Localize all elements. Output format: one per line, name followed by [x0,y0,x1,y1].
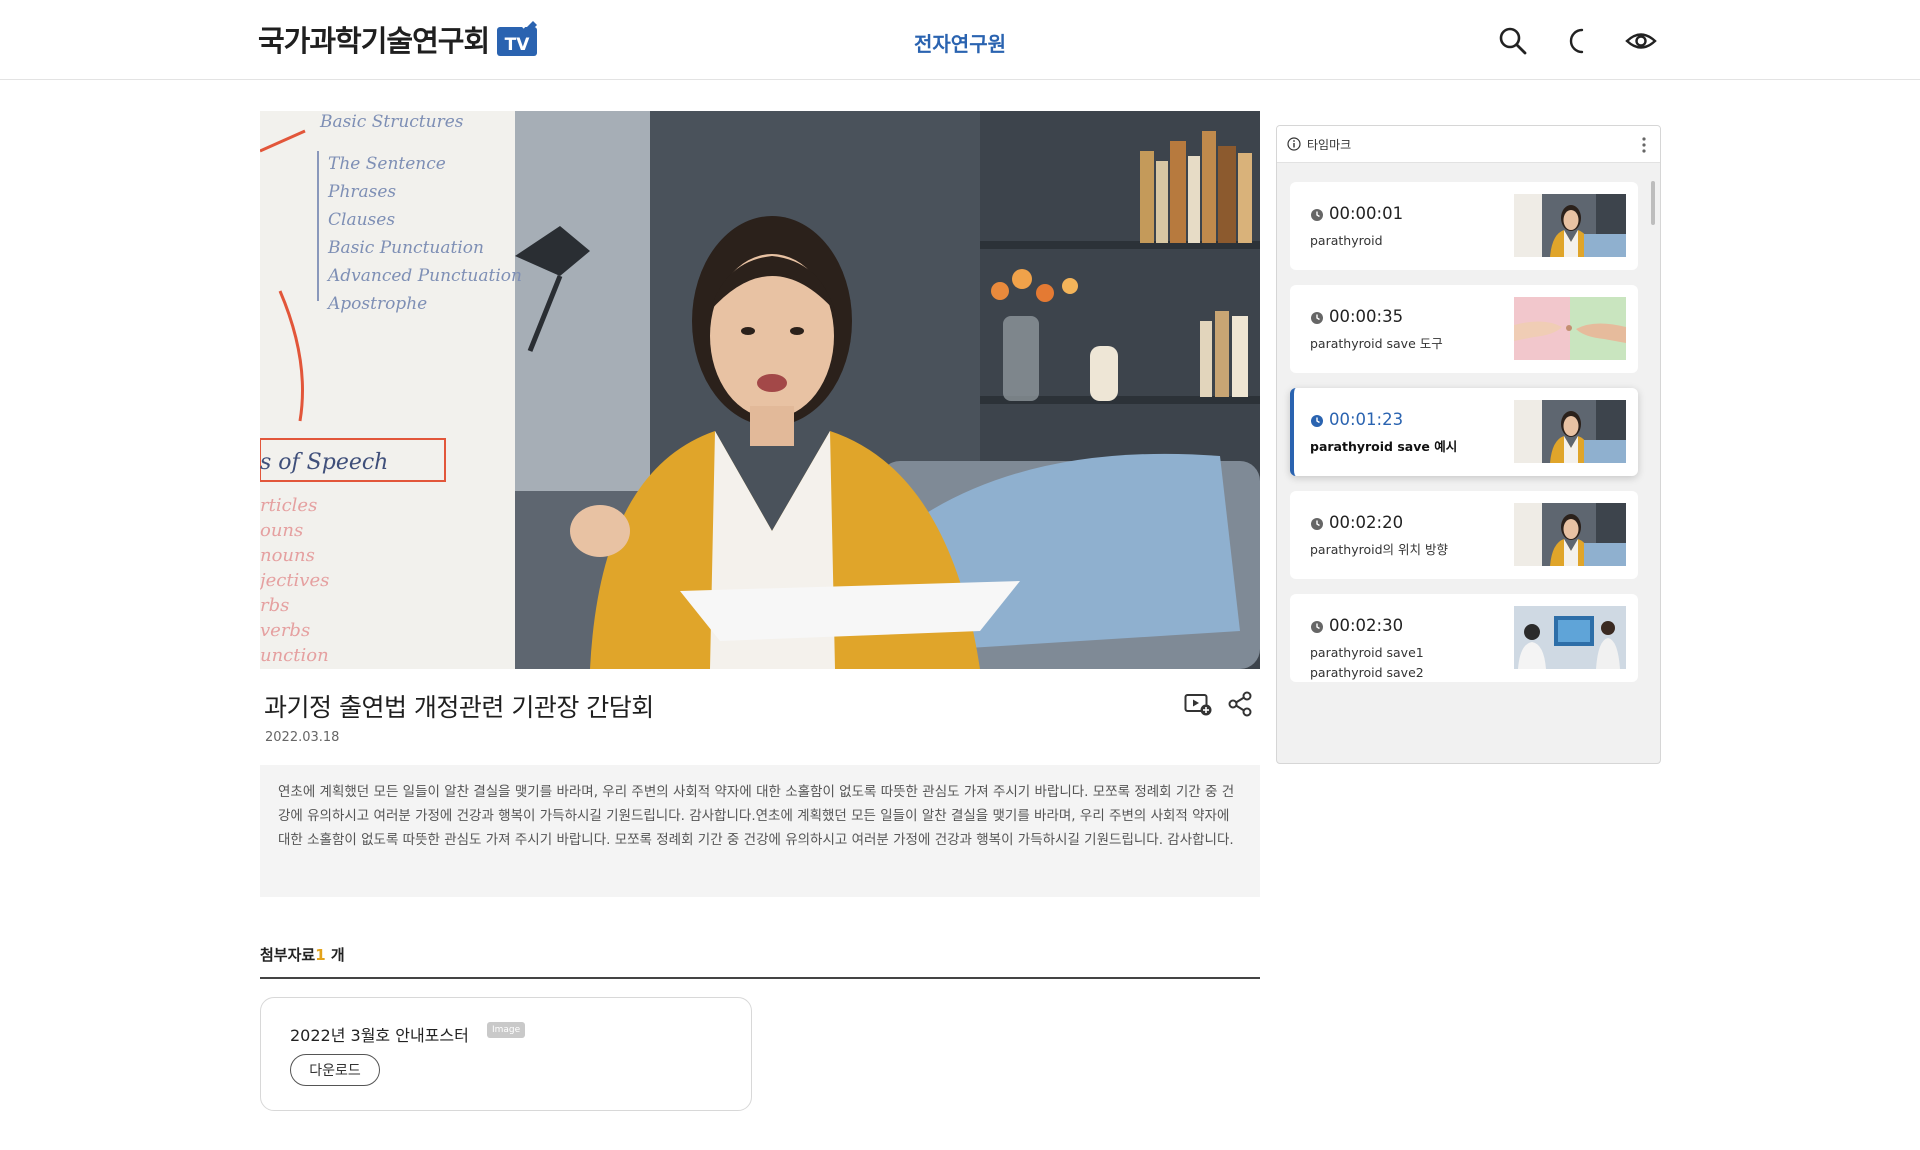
timemark-panel-header: 타임마크 [1277,126,1660,163]
download-button[interactable]: 다운로드 [290,1054,380,1086]
timemark-description-line: parathyroid의 위치 방향 [1310,542,1448,557]
svg-text:rbs: rbs [260,595,289,616]
video-frame-image: Basic Structures The Sentence Phrases Cl… [260,111,1260,669]
svg-text:Basic Punctuation: Basic Punctuation [327,238,484,258]
timemark-thumbnail [1514,194,1626,257]
logo-text: 국가과학기술연구회 [258,24,490,58]
attachment-name: 2022년 3월호 안내포스터 [290,1026,469,1045]
timemark-time-text: 00:00:35 [1329,307,1404,326]
timemark-description-line: parathyroid [1310,233,1383,248]
more-vertical-icon[interactable] [1642,136,1646,154]
timemark-time-text: 00:00:01 [1329,204,1404,223]
timemark-description-line: parathyroid save 도구 [1310,336,1443,351]
site-header: 국가과학기술연구회 TV 전자연구원 [0,0,1920,80]
timemark-time: 00:02:20 [1310,513,1403,532]
nav-institute-link[interactable]: 전자연구원 [914,28,1006,57]
timemark-description: parathyroid의 위치 방향 [1310,540,1510,560]
attachment-card: 2022년 3월호 안내포스터 Image 다운로드 [260,997,752,1111]
timemark-time: 00:01:23 [1310,410,1403,429]
timemark-description: parathyroid save 예시 [1310,437,1510,457]
share-icon[interactable] [1226,690,1254,718]
timemark-description: parathyroid save1 parathyroid save2 [1310,643,1510,683]
attachments-count: 1 [315,946,326,964]
attachment-type-badge: Image [487,1022,526,1038]
clock-icon [1310,516,1324,530]
timemark-time: 00:00:01 [1310,204,1403,223]
svg-text:Basic Structures: Basic Structures [319,112,464,132]
timemark-thumbnail [1514,606,1626,669]
svg-text:ouns: ouns [260,520,303,541]
timemark-time-text: 00:02:20 [1329,513,1404,532]
clock-icon [1310,310,1324,324]
moon-icon[interactable] [1560,24,1594,58]
svg-text:verbs: verbs [260,620,310,641]
timemark-time-text: 00:02:30 [1329,616,1404,635]
clock-icon [1310,619,1324,633]
svg-text:Apostrophe: Apostrophe [326,294,427,314]
timemark-panel: 타임마크 00:00:01 parathyroid 00:00:35 parathyr… [1276,125,1661,764]
timemark-description: parathyroid [1310,231,1510,251]
video-player[interactable]: Basic Structures The Sentence Phrases Cl… [260,111,1260,669]
clock-icon [1310,413,1324,427]
timemark-item[interactable]: 00:00:01 parathyroid [1290,182,1638,270]
video-description: 연초에 계획했던 모든 일들이 알찬 결실을 맺기를 바라며, 우리 주변의 사… [260,765,1260,897]
timemark-item[interactable]: 00:02:20 parathyroid의 위치 방향 [1290,491,1638,579]
timemark-item[interactable]: 00:00:35 parathyroid save 도구 [1290,285,1638,373]
tv-badge-text: TV [505,35,531,55]
attachments-header: 첨부자료1 개 [260,944,1260,979]
svg-text:unction: unction [260,645,329,666]
svg-text:Phrases: Phrases [327,182,396,202]
svg-text:rticles: rticles [260,495,317,516]
svg-text:nouns: nouns [260,545,315,566]
svg-text:jectives: jectives [260,570,329,591]
timemark-thumbnail [1514,400,1626,463]
timemark-description: parathyroid save 도구 [1310,334,1510,354]
attachments-label: 첨부자료 [260,946,316,964]
timemark-scrollbar[interactable] [1651,181,1655,225]
eye-icon[interactable] [1624,24,1658,58]
timemark-description-line: parathyroid save1 [1310,645,1424,660]
info-icon [1287,137,1301,151]
timemark-thumbnail [1514,297,1626,360]
video-title: 과기정 출연법 개정관련 기관장 간담회 [264,693,654,722]
svg-text:s of Speech: s of Speech [260,450,388,475]
video-date: 2022.03.18 [265,730,340,745]
timemark-list: 00:00:01 parathyroid 00:00:35 parathyroid s… [1290,182,1638,697]
timemark-item[interactable]: 00:02:30 parathyroid save1 parathyroid sav… [1290,594,1638,682]
timemark-time-text: 00:01:23 [1329,410,1404,429]
search-icon[interactable] [1496,24,1530,58]
timemark-description-line: parathyroid save2 [1310,665,1424,680]
timemark-time: 00:02:30 [1310,616,1403,635]
tv-logo-icon: TV [497,19,539,57]
svg-text:Clauses: Clauses [328,210,395,230]
timemark-description-line: parathyroid save 예시 [1310,439,1458,454]
timemark-title: 타임마크 [1307,137,1352,152]
timemark-item[interactable]: 00:01:23 parathyroid save 예시 [1290,388,1638,476]
clock-icon [1310,207,1324,221]
playlist-add-icon[interactable] [1184,690,1212,718]
site-logo[interactable]: 국가과학기술연구회 TV [258,18,539,60]
timemark-thumbnail [1514,503,1626,566]
svg-text:The Sentence: The Sentence [328,154,446,174]
attachments-unit: 개 [325,946,345,964]
timemark-time: 00:00:35 [1310,307,1403,326]
svg-text:Advanced Punctuation: Advanced Punctuation [326,266,522,286]
